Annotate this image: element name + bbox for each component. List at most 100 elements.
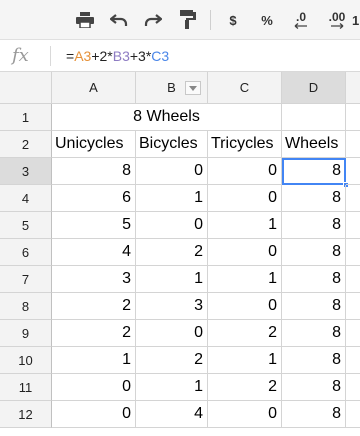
cell-a2[interactable]: Unicycles xyxy=(52,131,136,158)
undo-icon[interactable] xyxy=(106,7,132,33)
table-row: 18 Wheels xyxy=(0,104,360,131)
cell-a5[interactable]: 5 xyxy=(52,212,136,239)
table-row: 38008 xyxy=(0,158,360,188)
row-header[interactable]: 4 xyxy=(0,185,52,212)
cell-c8[interactable]: 0 xyxy=(208,293,282,320)
cell-a3[interactable]: 8 xyxy=(52,158,136,185)
cell-c9[interactable]: 2 xyxy=(208,320,282,347)
cell-b12[interactable]: 4 xyxy=(136,401,208,428)
cell-e8[interactable] xyxy=(346,293,360,320)
cell-e1[interactable] xyxy=(346,104,360,131)
formula-ref-c3: C3 xyxy=(151,48,170,64)
cell-e7[interactable] xyxy=(346,266,360,293)
row-header[interactable]: 12 xyxy=(0,401,52,428)
row-header[interactable]: 1 xyxy=(0,104,52,131)
cell-a9[interactable]: 2 xyxy=(52,320,136,347)
cell-d9[interactable]: 8 xyxy=(282,320,346,347)
cell-b6[interactable]: 2 xyxy=(136,239,208,266)
table-row: 92028 xyxy=(0,320,360,347)
row-header[interactable]: 3 xyxy=(0,158,52,185)
percent-format-button[interactable]: % xyxy=(256,7,278,33)
arrow-right-icon xyxy=(331,23,344,29)
cell-a10[interactable]: 1 xyxy=(52,347,136,374)
formula-input[interactable]: =A3+2*B3+3*C3 xyxy=(66,48,169,64)
filter-dropdown-icon[interactable] xyxy=(185,81,201,95)
column-header-b[interactable]: B xyxy=(136,72,208,104)
cell-a11[interactable]: 0 xyxy=(52,374,136,401)
cell-a8[interactable]: 2 xyxy=(52,293,136,320)
cell-e11[interactable] xyxy=(346,374,360,401)
cell-d2[interactable]: Wheels xyxy=(282,131,346,158)
row-header[interactable]: 11 xyxy=(0,374,52,401)
toolbar: $ % .0 .00 1 xyxy=(0,0,360,40)
cell-c5[interactable]: 1 xyxy=(208,212,282,239)
column-header-e[interactable] xyxy=(346,72,360,104)
decrease-decimal-label: .0 xyxy=(295,10,306,24)
row-header[interactable]: 2 xyxy=(0,131,52,158)
cell-c2[interactable]: Tricycles xyxy=(208,131,282,158)
cell-c3[interactable]: 0 xyxy=(208,158,282,185)
column-header-row: A B C D xyxy=(0,72,360,104)
print-icon[interactable] xyxy=(72,7,98,33)
row-header[interactable]: 6 xyxy=(0,239,52,266)
cell-e4[interactable] xyxy=(346,185,360,212)
cell-e9[interactable] xyxy=(346,320,360,347)
cell-a7[interactable]: 3 xyxy=(52,266,136,293)
cell-b8[interactable]: 3 xyxy=(136,293,208,320)
cell-e6[interactable] xyxy=(346,239,360,266)
cell-c10[interactable]: 1 xyxy=(208,347,282,374)
formula-operator: +3* xyxy=(129,48,152,64)
cell-b10[interactable]: 2 xyxy=(136,347,208,374)
cell-b3[interactable]: 0 xyxy=(136,158,208,185)
row-header[interactable]: 9 xyxy=(0,320,52,347)
decrease-decimal-button[interactable]: .0 xyxy=(286,7,316,33)
cell-b4[interactable]: 1 xyxy=(136,185,208,212)
cell-b7[interactable]: 1 xyxy=(136,266,208,293)
column-header-a[interactable]: A xyxy=(52,72,136,104)
cell-c4[interactable]: 0 xyxy=(208,185,282,212)
cell-e3[interactable] xyxy=(346,158,360,185)
cell-b2[interactable]: Bicycles xyxy=(136,131,208,158)
row-header[interactable]: 5 xyxy=(0,212,52,239)
cell-b1[interactable]: 8 Wheels xyxy=(52,104,282,131)
cell-b5[interactable]: 0 xyxy=(136,212,208,239)
cell-e10[interactable] xyxy=(346,347,360,374)
cell-c12[interactable]: 0 xyxy=(208,401,282,428)
cell-a4[interactable]: 6 xyxy=(52,185,136,212)
cell-d7[interactable]: 8 xyxy=(282,266,346,293)
more-formats-button[interactable]: 1 xyxy=(352,7,360,33)
cell-d11[interactable]: 8 xyxy=(282,374,346,401)
paint-format-icon[interactable] xyxy=(176,7,200,33)
column-header-c[interactable]: C xyxy=(208,72,282,104)
increase-decimal-label: .00 xyxy=(328,10,346,24)
cell-d1[interactable] xyxy=(282,104,346,131)
cell-c7[interactable]: 1 xyxy=(208,266,282,293)
redo-icon[interactable] xyxy=(140,7,166,33)
cell-a6[interactable]: 4 xyxy=(52,239,136,266)
cell-d6[interactable]: 8 xyxy=(282,239,346,266)
cell-d8[interactable]: 8 xyxy=(282,293,346,320)
cell-a12[interactable]: 0 xyxy=(52,401,136,428)
cell-c11[interactable]: 2 xyxy=(208,374,282,401)
cell-d3[interactable]: 8 xyxy=(282,158,349,188)
select-all-corner[interactable] xyxy=(0,72,52,104)
arrow-left-icon xyxy=(294,23,307,29)
formula-bar: fx =A3+2*B3+3*C3 xyxy=(0,40,360,72)
currency-format-button[interactable]: $ xyxy=(222,7,244,33)
row-header[interactable]: 10 xyxy=(0,347,52,374)
cell-d4[interactable]: 8 xyxy=(282,185,346,212)
cell-b11[interactable]: 1 xyxy=(136,374,208,401)
toolbar-divider xyxy=(210,10,211,30)
increase-decimal-button[interactable]: .00 xyxy=(322,7,352,33)
cell-b9[interactable]: 0 xyxy=(136,320,208,347)
cell-e12[interactable] xyxy=(346,401,360,428)
cell-c6[interactable]: 0 xyxy=(208,239,282,266)
row-header[interactable]: 7 xyxy=(0,266,52,293)
cell-d12[interactable]: 8 xyxy=(282,401,346,428)
cell-e2[interactable] xyxy=(346,131,360,158)
cell-e5[interactable] xyxy=(346,212,360,239)
column-header-d[interactable]: D xyxy=(282,72,346,104)
cell-d5[interactable]: 8 xyxy=(282,212,346,239)
cell-d10[interactable]: 8 xyxy=(282,347,346,374)
row-header[interactable]: 8 xyxy=(0,293,52,320)
